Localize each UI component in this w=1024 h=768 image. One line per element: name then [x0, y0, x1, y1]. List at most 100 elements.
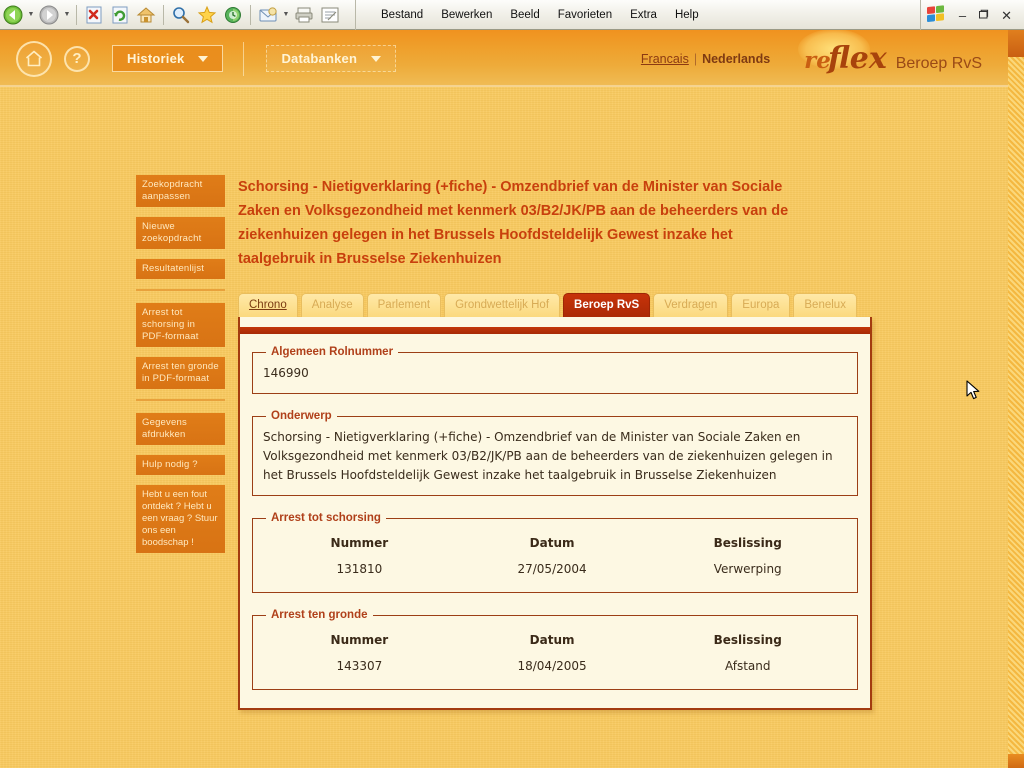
mail-caret-icon[interactable]: ▼ [281, 2, 291, 28]
language-current-nederlands: Nederlands [702, 51, 771, 66]
fieldset-onderwerp: Onderwerp Schorsing - Nietigverklaring (… [252, 410, 858, 496]
explorer-bar-group [168, 0, 246, 30]
menu-item-extra[interactable]: Extra [621, 6, 666, 24]
print-button[interactable] [291, 2, 317, 28]
minimize-button[interactable]: – [953, 9, 972, 22]
content-area: Zoekopdracht aanpassen Nieuwe zoekopdrac… [0, 87, 1008, 768]
cell-nummer: 131810 [336, 562, 383, 576]
menu-item-favorieten[interactable]: Favorieten [549, 6, 621, 24]
legend-rolnummer: Algemeen Rolnummer [271, 346, 394, 358]
tab-beroep-rvs[interactable]: Beroep RvS [563, 293, 651, 317]
main-column: Schorsing - Nietigverklaring (+fiche) - … [238, 175, 872, 710]
table-header-row: Nummer Datum Beslissing [263, 629, 847, 657]
sidebar-item-adjust-search[interactable]: Zoekopdracht aanpassen [136, 175, 225, 207]
edit-button[interactable] [317, 2, 343, 28]
tab-europa[interactable]: Europa [731, 293, 791, 317]
logo-text-re: re [804, 47, 831, 74]
tab-analyse[interactable]: Analyse [300, 293, 364, 317]
page-button-group [81, 0, 159, 30]
sidebar-item-results-list[interactable]: Resultatenlijst [136, 259, 225, 279]
site-header: ? Historiek Databanken Francais | Nederlan… [0, 30, 1008, 87]
fieldset-arrest-ten-gronde: Arrest ten gronde Nummer Datum Beslissin… [252, 609, 858, 690]
databanken-dropdown[interactable]: Databanken [266, 45, 397, 72]
column-header-nummer: Nummer [330, 633, 389, 647]
cell-beslissing: Afstand [724, 659, 771, 673]
page-right-ornament-bottom [1008, 754, 1024, 768]
sidebar: Zoekopdracht aanpassen Nieuwe zoekopdrac… [136, 175, 225, 553]
historiek-dropdown[interactable]: Historiek [112, 45, 224, 72]
sidebar-item-pdf-suspension[interactable]: Arrest tot schorsing in PDF-formaat [136, 303, 225, 347]
tab-verdragen[interactable]: Verdragen [653, 293, 729, 317]
stop-button[interactable] [81, 2, 107, 28]
forward-button[interactable] [36, 2, 62, 28]
page-right-ornament-top [1008, 30, 1024, 57]
column-header-beslissing: Beslissing [713, 633, 782, 647]
value-rolnummer: 146990 [263, 366, 309, 380]
sidebar-divider [136, 289, 225, 291]
sidebar-item-help[interactable]: Hulp nodig ? [136, 455, 225, 475]
cell-beslissing: Verwerping [713, 562, 782, 576]
logo-subtitle: Beroep RvS [895, 55, 982, 72]
menu-item-beeld[interactable]: Beeld [501, 6, 548, 24]
back-history-caret-icon[interactable]: ▼ [26, 2, 36, 28]
tab-benelux[interactable]: Benelux [793, 293, 857, 317]
cell-datum: 27/05/2004 [517, 562, 587, 576]
fieldset-arrest-tot-schorsing: Arrest tot schorsing Nummer Datum Beslis… [252, 512, 858, 593]
language-switcher: Francais | Nederlands [641, 52, 770, 66]
table-header-row: Nummer Datum Beslissing [263, 532, 847, 560]
mail-print-group: ▼ [255, 0, 343, 30]
legend-onderwerp: Onderwerp [271, 410, 332, 422]
menu-item-bewerken[interactable]: Bewerken [432, 6, 501, 24]
home-button[interactable] [133, 2, 159, 28]
language-link-francais[interactable]: Francais [641, 52, 689, 66]
menu-item-bestand[interactable]: Bestand [372, 6, 432, 24]
sidebar-item-pdf-merits[interactable]: Arrest ten gronde in PDF-formaat [136, 357, 225, 389]
page-right-ornament [1008, 30, 1024, 768]
menu-item-help[interactable]: Help [666, 6, 708, 24]
value-onderwerp: Schorsing - Nietigverklaring (+fiche) - … [263, 430, 833, 482]
close-button[interactable]: ✕ [995, 9, 1018, 22]
window-controls: – ✕ [919, 0, 1024, 30]
toolbar-divider [76, 4, 77, 25]
toolbar-divider [163, 4, 164, 25]
tab-bar: Chrono Analyse Parlement Grondwettelijk … [238, 293, 872, 317]
chevron-down-icon [371, 55, 382, 62]
sidebar-divider [136, 399, 225, 401]
home-icon[interactable] [16, 40, 52, 77]
cell-datum: 18/04/2005 [517, 659, 587, 673]
help-icon[interactable]: ? [64, 45, 90, 72]
column-header-datum: Datum [529, 633, 575, 647]
favorites-button[interactable] [194, 2, 220, 28]
history-button[interactable] [220, 2, 246, 28]
column-header-beslissing: Beslissing [713, 536, 782, 550]
page-title: Schorsing - Nietigverklaring (+fiche) - … [238, 179, 789, 267]
tab-grondwettelijk-hof[interactable]: Grondwettelijk Hof [444, 293, 561, 317]
legend-arrest-tot-schorsing: Arrest tot schorsing [271, 512, 381, 524]
header-divider [243, 41, 245, 76]
mail-button[interactable] [255, 2, 281, 28]
fieldset-rolnummer: Algemeen Rolnummer 146990 [252, 346, 858, 394]
logo-text-flex: flex [827, 41, 887, 76]
column-header-nummer: Nummer [330, 536, 389, 550]
historiek-label: Historiek [127, 51, 185, 66]
tab-chrono[interactable]: Chrono [238, 293, 298, 317]
table-row: 131810 27/05/2004 Verwerping [263, 560, 847, 582]
table-arrest-ten-gronde: Nummer Datum Beslissing 143307 18/04/200… [263, 629, 847, 679]
page-viewport: ? Historiek Databanken Francais | Nederlan… [0, 30, 1024, 768]
legend-arrest-ten-gronde: Arrest ten gronde [271, 609, 368, 621]
forward-history-caret-icon[interactable]: ▼ [62, 2, 72, 28]
sidebar-feedback-box[interactable]: Hebt u een fout ontdekt ? Hebt u een vra… [136, 485, 225, 553]
windows-logo-icon [926, 5, 947, 25]
sidebar-item-new-search[interactable]: Nieuwe zoekopdracht [136, 217, 225, 249]
sidebar-item-print-data[interactable]: Gegevens afdrukken [136, 413, 225, 445]
cell-nummer: 143307 [336, 659, 383, 673]
panel-accent-bar [240, 327, 870, 334]
search-button[interactable] [168, 2, 194, 28]
tab-parlement[interactable]: Parlement [366, 293, 442, 317]
menu-bar: Bestand Bewerken Beeld Favorieten Extra … [355, 0, 708, 30]
restore-button[interactable] [972, 9, 995, 22]
databanken-label: Databanken [281, 51, 358, 66]
back-button[interactable] [0, 2, 26, 28]
tab-panel: Algemeen Rolnummer 146990 Onderwerp Scho… [238, 317, 872, 710]
refresh-button[interactable] [107, 2, 133, 28]
